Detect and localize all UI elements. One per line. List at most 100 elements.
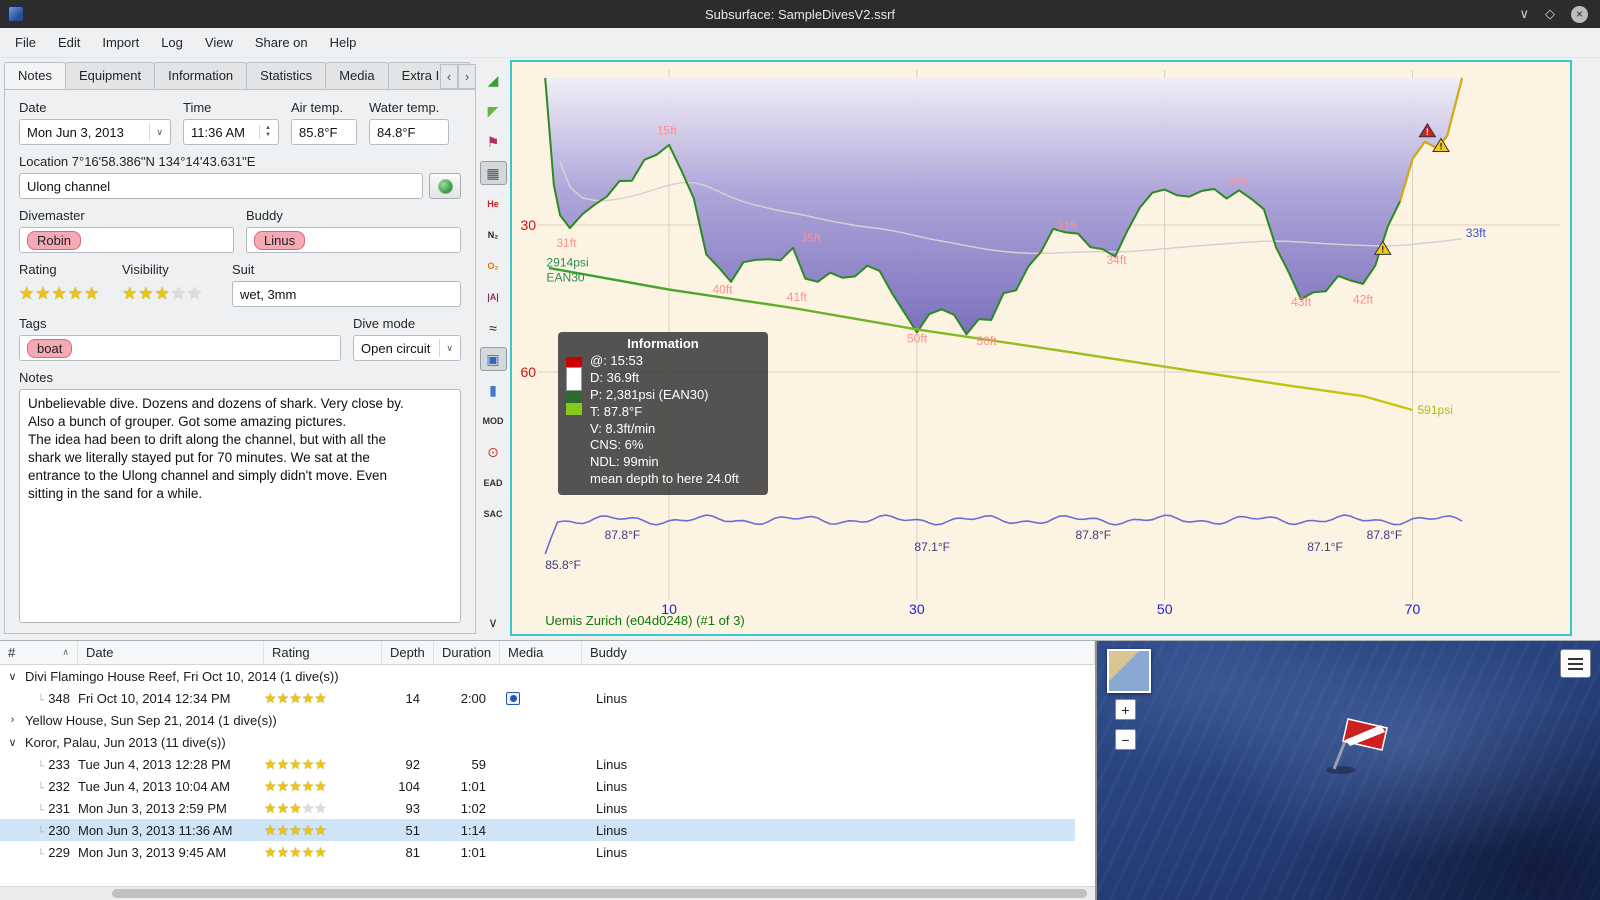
dive-row-230[interactable]: └ 230 Mon Jun 3, 2013 11:36 AM ★★★★★ 51 1:14 L…	[0, 819, 1075, 841]
star-filled-icon[interactable]: ★	[138, 284, 154, 304]
date-picker[interactable]: Mon Jun 3, 2013 ∨	[19, 119, 171, 145]
star-empty-icon[interactable]: ★	[314, 800, 327, 816]
star-filled-icon[interactable]: ★	[84, 284, 100, 304]
divemaster-chip[interactable]: Robin	[27, 230, 81, 250]
toggle-tank-bar-button[interactable]: ▮	[480, 378, 507, 402]
star-filled-icon[interactable]: ★	[264, 690, 277, 706]
star-filled-icon[interactable]: ★	[277, 690, 290, 706]
air-temp-field[interactable]: 85.8°F	[291, 119, 357, 145]
minimap-thumbnail[interactable]	[1107, 649, 1151, 693]
column-header-media[interactable]: Media	[500, 641, 582, 664]
star-filled-icon[interactable]: ★	[277, 756, 290, 772]
toggle-deco-button[interactable]: ⊙	[480, 440, 507, 464]
toggle-sac-button[interactable]: SAC	[480, 502, 507, 526]
star-filled-icon[interactable]: ★	[289, 778, 302, 794]
spin-down-icon[interactable]: ▼	[265, 132, 271, 139]
menu-file[interactable]: File	[4, 30, 47, 55]
toggle-events-button[interactable]: ⚑	[480, 130, 507, 154]
menu-share-on[interactable]: Share on	[244, 30, 319, 55]
star-filled-icon[interactable]: ★	[314, 778, 327, 794]
star-empty-icon[interactable]: ★	[187, 284, 203, 304]
star-filled-icon[interactable]: ★	[155, 284, 171, 304]
star-filled-icon[interactable]: ★	[52, 284, 68, 304]
toggle-po2-graph-button[interactable]: O₂	[480, 254, 507, 278]
tab-information[interactable]: Information	[154, 62, 248, 89]
toggle-dc-ceiling-button[interactable]: ◢	[480, 68, 507, 92]
ruler-button[interactable]: |A|	[480, 285, 507, 309]
tab-notes[interactable]: Notes	[4, 62, 66, 89]
menu-edit[interactable]: Edit	[47, 30, 91, 55]
visibility-stars[interactable]: ★ ★ ★ ★ ★	[122, 281, 220, 307]
media-photo-icon[interactable]	[506, 691, 520, 705]
star-filled-icon[interactable]: ★	[302, 822, 315, 838]
tab-scroll-right-button[interactable]: ›	[458, 64, 476, 89]
collapse-icon[interactable]: ∨	[6, 736, 19, 749]
map-menu-button[interactable]	[1560, 649, 1591, 678]
horizontal-scrollbar[interactable]	[0, 886, 1095, 900]
star-filled-icon[interactable]: ★	[314, 844, 327, 860]
star-filled-icon[interactable]: ★	[277, 800, 290, 816]
maximize-button[interactable]: ◇	[1545, 6, 1555, 22]
star-filled-icon[interactable]: ★	[314, 822, 327, 838]
dive-row-232[interactable]: └ 232 Tue Jun 4, 2013 10:04 AM ★★★★★ 104 1:01…	[0, 775, 1075, 797]
toggle-ead-button[interactable]: EAD	[480, 471, 507, 495]
dive-row-348[interactable]: └ 348 Fri Oct 10, 2014 12:34 PM ★★★★★ 14 2:00…	[0, 687, 1075, 709]
spin-up-icon[interactable]: ▲	[265, 125, 271, 132]
toolbar-scroll-down-button[interactable]: ∨	[480, 610, 507, 634]
map-zoom-out-button[interactable]: −	[1115, 729, 1136, 750]
star-filled-icon[interactable]: ★	[314, 690, 327, 706]
minimize-button[interactable]: ∨	[1519, 6, 1529, 22]
dive-row-233[interactable]: └ 233 Tue Jun 4, 2013 12:28 PM ★★★★★ 92 59 Lin…	[0, 753, 1075, 775]
toggle-photos-button[interactable]: ▣	[479, 347, 507, 371]
toggle-mod-button[interactable]: MOD	[480, 409, 507, 433]
edit-location-button[interactable]	[429, 173, 461, 199]
trip-row[interactable]: ∨ Divi Flamingo House Reef, Fri Oct 10, 2…	[0, 665, 1075, 687]
dive-row-231[interactable]: └ 231 Mon Jun 3, 2013 2:59 PM ★★★★★ 93 1:02 Li…	[0, 797, 1075, 819]
divemaster-field[interactable]: Robin	[19, 227, 234, 253]
star-filled-icon[interactable]: ★	[19, 284, 35, 304]
tag-chip[interactable]: boat	[27, 338, 73, 358]
trip-row[interactable]: › Yellow House, Sun Sep 21, 2014 (1 dive(…	[0, 709, 1075, 731]
time-spinner[interactable]: 11:36 AM ▲ ▼	[183, 119, 279, 145]
star-filled-icon[interactable]: ★	[35, 284, 51, 304]
star-filled-icon[interactable]: ★	[302, 756, 315, 772]
star-filled-icon[interactable]: ★	[289, 800, 302, 816]
star-filled-icon[interactable]: ★	[277, 778, 290, 794]
star-filled-icon[interactable]: ★	[277, 844, 290, 860]
star-filled-icon[interactable]: ★	[289, 690, 302, 706]
water-temp-field[interactable]: 84.8°F	[369, 119, 449, 145]
scrollbar-handle[interactable]	[112, 889, 1087, 898]
star-filled-icon[interactable]: ★	[264, 822, 277, 838]
star-filled-icon[interactable]: ★	[289, 756, 302, 772]
column-header-rating[interactable]: Rating	[264, 641, 382, 664]
toggle-calculated-ceiling-button[interactable]: ◤	[480, 99, 507, 123]
dive-row-229[interactable]: └ 229 Mon Jun 3, 2013 9:45 AM ★★★★★ 81 1:01 Li…	[0, 841, 1075, 863]
star-empty-icon[interactable]: ★	[302, 800, 315, 816]
menu-view[interactable]: View	[194, 30, 244, 55]
buddy-field[interactable]: Linus	[246, 227, 461, 253]
expand-icon[interactable]: ›	[6, 714, 19, 726]
tab-statistics[interactable]: Statistics	[246, 62, 327, 89]
tab-media[interactable]: Media	[325, 62, 389, 89]
star-filled-icon[interactable]: ★	[289, 844, 302, 860]
tab-scroll-left-button[interactable]: ‹	[440, 64, 458, 89]
tags-field[interactable]: boat	[19, 335, 341, 361]
column-header-duration[interactable]: Duration	[434, 641, 500, 664]
star-filled-icon[interactable]: ★	[302, 690, 315, 706]
star-filled-icon[interactable]: ★	[314, 756, 327, 772]
notes-textarea[interactable]: Unbelievable dive. Dozens and dozens of …	[19, 389, 461, 623]
map-zoom-in-button[interactable]: +	[1115, 699, 1136, 720]
star-filled-icon[interactable]: ★	[264, 756, 277, 772]
toggle-tissues-button[interactable]: ▦	[479, 161, 507, 185]
close-button[interactable]: ×	[1571, 5, 1588, 23]
star-filled-icon[interactable]: ★	[289, 822, 302, 838]
location-input[interactable]: Ulong channel	[19, 173, 423, 199]
star-filled-icon[interactable]: ★	[277, 822, 290, 838]
collapse-icon[interactable]: ∨	[6, 670, 19, 683]
star-filled-icon[interactable]: ★	[302, 778, 315, 794]
column-header-depth[interactable]: Depth	[382, 641, 434, 664]
star-filled-icon[interactable]: ★	[302, 844, 315, 860]
dive-map[interactable]: + −	[1097, 641, 1600, 900]
menu-help[interactable]: Help	[319, 30, 368, 55]
tab-equipment[interactable]: Equipment	[64, 62, 156, 89]
